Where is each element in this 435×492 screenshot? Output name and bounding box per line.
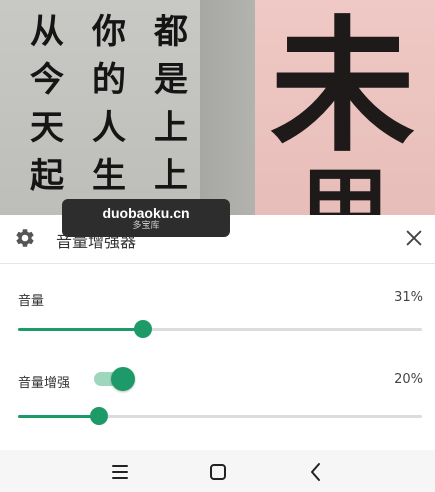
- menu-icon[interactable]: [108, 460, 132, 484]
- boost-toggle-thumb: [111, 367, 135, 391]
- volume-slider-thumb[interactable]: [134, 320, 153, 338]
- poem-text: 从 你 都 今 的 是 天 人 上 起 生 上: [30, 12, 216, 196]
- poem-char: 你: [92, 12, 126, 52]
- poem-char: 天: [30, 108, 64, 148]
- poem-char: 是: [154, 60, 188, 100]
- poem-char: 上: [154, 156, 188, 196]
- gear-icon[interactable]: [14, 227, 36, 249]
- volume-slider-fill: [18, 328, 144, 331]
- calligraphy-big-char: 未: [270, 2, 415, 172]
- poem-char: 人: [92, 108, 126, 148]
- watermark-subtitle: 多宝库: [132, 221, 160, 231]
- volume-slider[interactable]: [18, 319, 422, 339]
- volume-booster-panel: 音量增强器 音量 31% 音量增强 20%: [0, 215, 435, 450]
- back-icon[interactable]: [304, 460, 328, 484]
- volume-value: 31%: [394, 290, 423, 305]
- close-icon[interactable]: [403, 227, 425, 249]
- system-nav-bar: [0, 450, 435, 492]
- volume-label: 音量: [18, 294, 45, 309]
- boost-slider-thumb[interactable]: [89, 407, 108, 425]
- poem-char: 上: [154, 108, 188, 148]
- watermark-domain: duobaoku.cn: [102, 205, 190, 221]
- calligraphy-big-char-2: 甲: [300, 165, 400, 215]
- poem-char: 的: [92, 60, 126, 100]
- poem-char: 生: [92, 156, 126, 196]
- boost-value: 20%: [394, 372, 423, 387]
- poem-char: 从: [30, 12, 64, 52]
- poem-char: 今: [30, 60, 64, 100]
- boost-toggle[interactable]: [94, 367, 135, 391]
- poem-char: 都: [154, 12, 188, 52]
- watermark: duobaoku.cn 多宝库: [62, 199, 230, 237]
- wallpaper: 从 你 都 今 的 是 天 人 上 起 生 上 未 甲: [0, 0, 435, 215]
- poem-char: 起: [30, 156, 64, 196]
- boost-slider-fill: [18, 415, 99, 418]
- boost-slider[interactable]: [18, 406, 422, 426]
- home-icon[interactable]: [206, 460, 230, 484]
- boost-label: 音量增强: [18, 376, 71, 391]
